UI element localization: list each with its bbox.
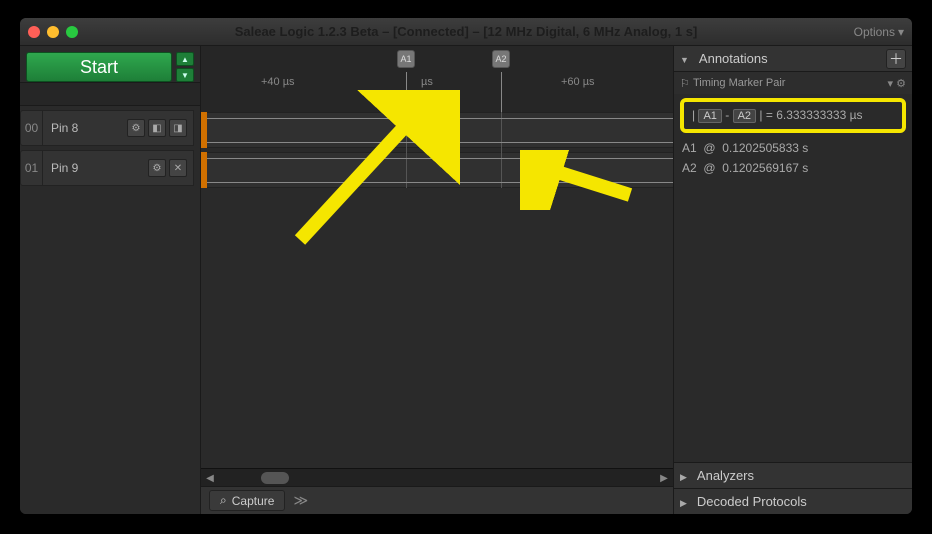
waveform-area[interactable]: +40 µs µs +60 µs A1 A2: [200, 46, 674, 514]
scroll-left-icon[interactable]: ◀: [201, 469, 219, 487]
options-menu[interactable]: Options ▾: [854, 25, 904, 39]
annotations-title: Annotations: [699, 51, 768, 66]
marker-a1-row: A1 @ 0.1202505833 s: [682, 141, 904, 155]
trace-line: [207, 142, 673, 143]
disclosure-triangle-icon[interactable]: [680, 494, 691, 509]
window-title: Saleae Logic 1.2.3 Beta – [Connected] – …: [20, 24, 912, 39]
annotation-body: | A1 - A2 | = 6.333333333 µs A1 @ 0.1202…: [674, 94, 912, 181]
right-panel: Annotations ＋ ⚐ Timing Marker Pair ▾ ⚙ |…: [674, 46, 912, 514]
chevron-down-icon: ▾: [898, 25, 904, 39]
timing-pair-header[interactable]: ⚐ Timing Marker Pair ▾ ⚙: [674, 72, 912, 94]
disclosure-triangle-icon[interactable]: [680, 468, 691, 483]
add-annotation-button[interactable]: ＋: [886, 49, 906, 69]
app-body: Start ▲ ▼ 00 Pin 8 ⚙ ◧ ◨ 01 Pin 9: [20, 46, 912, 514]
disclosure-triangle-icon[interactable]: [680, 51, 693, 66]
ruler-tick: +60 µs: [561, 76, 595, 88]
options-label: Options: [854, 25, 895, 39]
horizontal-scrollbar[interactable]: ◀ ▶: [201, 468, 673, 486]
marker-flag-a2[interactable]: A2: [492, 50, 510, 68]
trigger-rising-icon[interactable]: ◧: [148, 119, 166, 137]
waveform-canvas[interactable]: [201, 112, 673, 468]
annotations-header[interactable]: Annotations ＋: [674, 46, 912, 72]
a2-time: 0.1202569167 s: [722, 161, 808, 175]
channel-label: Pin 8: [43, 121, 127, 135]
gear-icon[interactable]: ▾ ⚙: [888, 77, 906, 90]
trace-line: [207, 158, 673, 159]
minimize-icon[interactable]: [47, 26, 59, 38]
channel-row-1[interactable]: 01 Pin 9 ⚙ ✕: [20, 150, 194, 186]
gear-icon[interactable]: ⚙: [127, 119, 145, 137]
tab-label: Capture: [232, 494, 275, 508]
chip-a1: A1: [698, 109, 721, 123]
trace-line: [207, 182, 673, 183]
channel-label: Pin 9: [43, 161, 148, 175]
decoded-title: Decoded Protocols: [697, 494, 807, 509]
analyzers-title: Analyzers: [697, 468, 754, 483]
ruler-tick: +40 µs: [261, 76, 295, 88]
left-panel: Start ▲ ▼ 00 Pin 8 ⚙ ◧ ◨ 01 Pin 9: [20, 46, 200, 514]
search-icon: ⌕: [220, 493, 227, 508]
capture-tabbar: ⌕ Capture ≫: [201, 486, 673, 514]
ruler-tick: µs: [421, 76, 433, 88]
decoded-protocols-header[interactable]: Decoded Protocols: [674, 488, 912, 514]
app-window: Saleae Logic 1.2.3 Beta – [Connected] – …: [20, 18, 912, 514]
signal-edge: [406, 112, 407, 188]
scroll-right-icon[interactable]: ▶: [655, 469, 673, 487]
spinner-down-icon[interactable]: ▼: [176, 68, 194, 82]
close-icon[interactable]: ✕: [169, 159, 187, 177]
trigger-falling-icon[interactable]: ◨: [169, 119, 187, 137]
ruler-left-spacer: [20, 82, 200, 106]
timing-pair-title: Timing Marker Pair: [693, 77, 786, 89]
window-controls: [28, 26, 78, 38]
start-button[interactable]: Start: [26, 52, 172, 82]
analyzers-header[interactable]: Analyzers: [674, 462, 912, 488]
channel-row-0[interactable]: 00 Pin 8 ⚙ ◧ ◨: [20, 110, 194, 146]
marker-diff-value: 6.333333333 µs: [776, 108, 862, 122]
scroll-thumb[interactable]: [261, 472, 289, 484]
spinner-up-icon[interactable]: ▲: [176, 52, 194, 66]
a1-time: 0.1202505833 s: [722, 141, 808, 155]
marker-diff-row: | A1 - A2 | = 6.333333333 µs: [680, 98, 906, 133]
titlebar: Saleae Logic 1.2.3 Beta – [Connected] – …: [20, 18, 912, 46]
tab-capture[interactable]: ⌕ Capture: [209, 490, 285, 511]
close-icon[interactable]: [28, 26, 40, 38]
start-spinner: ▲ ▼: [176, 52, 194, 82]
marker-flag-a1[interactable]: A1: [397, 50, 415, 68]
marker-a2-row: A2 @ 0.1202569167 s: [682, 161, 904, 175]
zoom-icon[interactable]: [66, 26, 78, 38]
channel-index: 01: [21, 151, 43, 185]
channel-index: 00: [21, 111, 43, 145]
marker-pair-icon: ⚐: [680, 77, 690, 90]
trace-line: [207, 118, 673, 119]
gear-icon[interactable]: ⚙: [148, 159, 166, 177]
chip-a2: A2: [733, 109, 756, 123]
signal-edge: [501, 112, 502, 188]
time-ruler[interactable]: +40 µs µs +60 µs A1 A2: [201, 46, 673, 112]
tab-more-icon[interactable]: ≫: [293, 492, 308, 509]
